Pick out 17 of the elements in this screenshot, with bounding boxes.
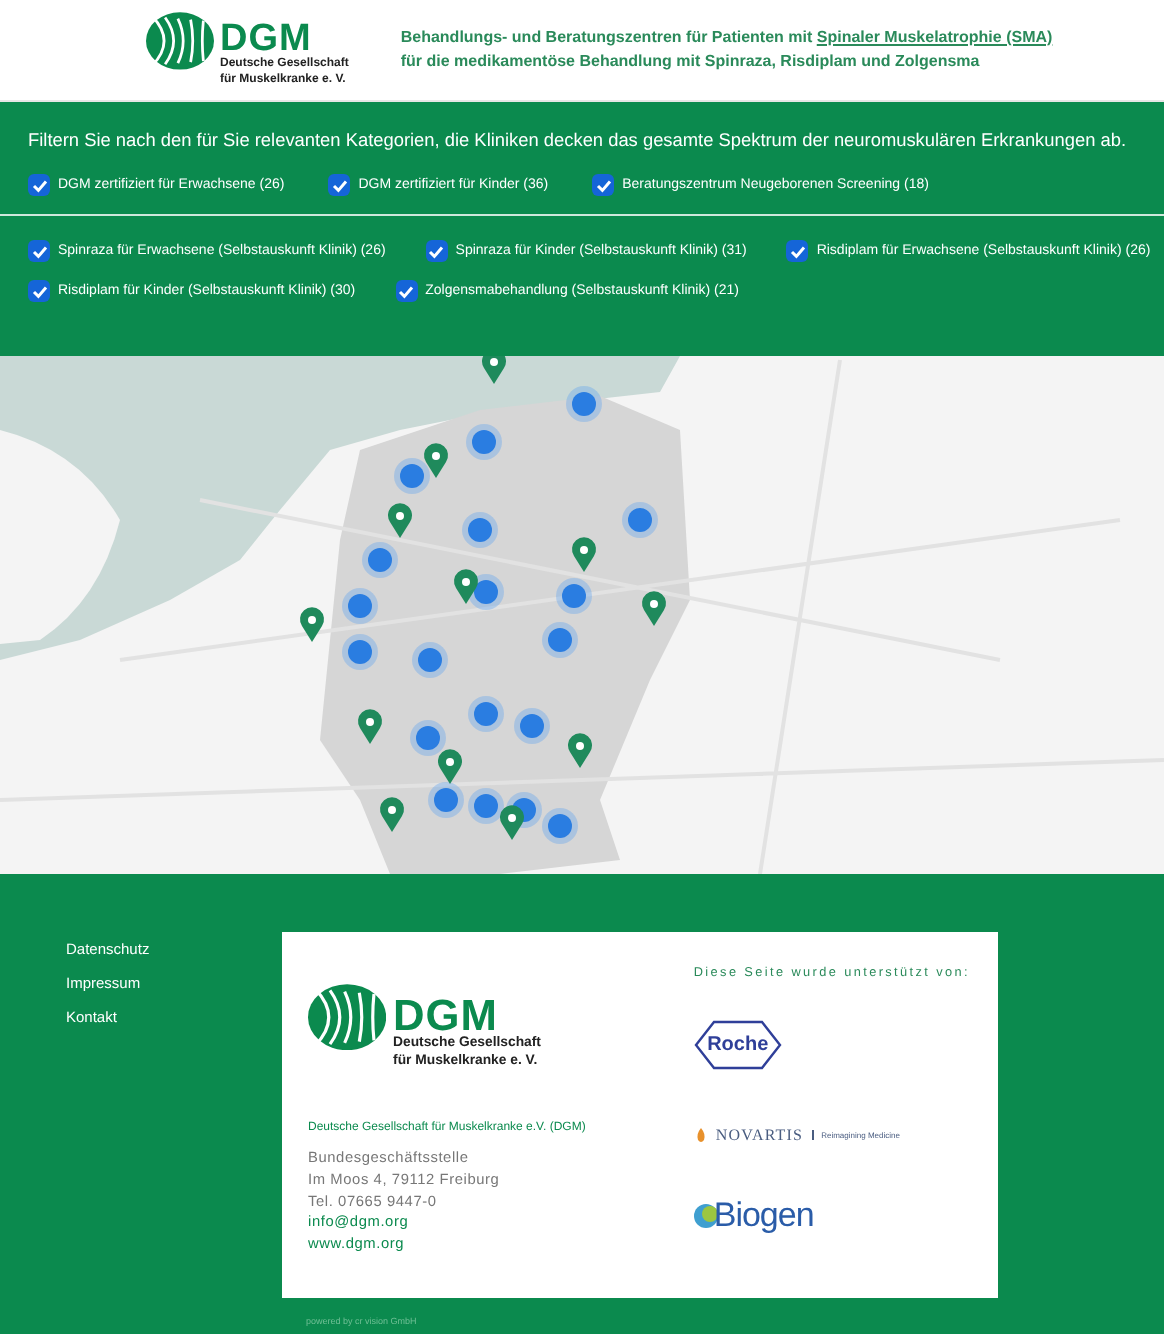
checkbox[interactable] <box>592 174 615 196</box>
fan-logo-icon <box>146 12 214 71</box>
sma-link[interactable]: Spinaler Muskelatrophie (SMA) <box>816 27 1053 46</box>
sponsor-logo[interactable]: Roche <box>693 1020 782 1070</box>
checkbox[interactable] <box>395 280 418 302</box>
checkbox[interactable] <box>786 240 809 262</box>
filter-intro: Filtern Sie nach den für Sie relevanten Kategorien, die Kliniken decken das gesamte Spektrum der neuromuskulären Erkrankungen ab. <box>28 130 1129 150</box>
header-text: Behandlungs- und Beratungszentren für Patienten mit Spinaler Muskelatrophie (SMA) für die medikamentöse Behandlung mit Spinraza, Risdiplam und Zolgensma <box>400 25 1055 74</box>
checkbox[interactable] <box>28 174 50 196</box>
checkbox[interactable] <box>328 174 351 196</box>
logo-wordmark: DGM <box>220 20 312 59</box>
checkbox[interactable] <box>28 240 50 262</box>
checkbox[interactable] <box>28 280 50 302</box>
fan-logo-icon <box>308 984 387 1051</box>
sponsor-logo[interactable]: Biogen <box>693 1196 970 1236</box>
checkbox[interactable] <box>425 240 448 262</box>
logo-wordmark: DGM <box>393 993 498 1037</box>
